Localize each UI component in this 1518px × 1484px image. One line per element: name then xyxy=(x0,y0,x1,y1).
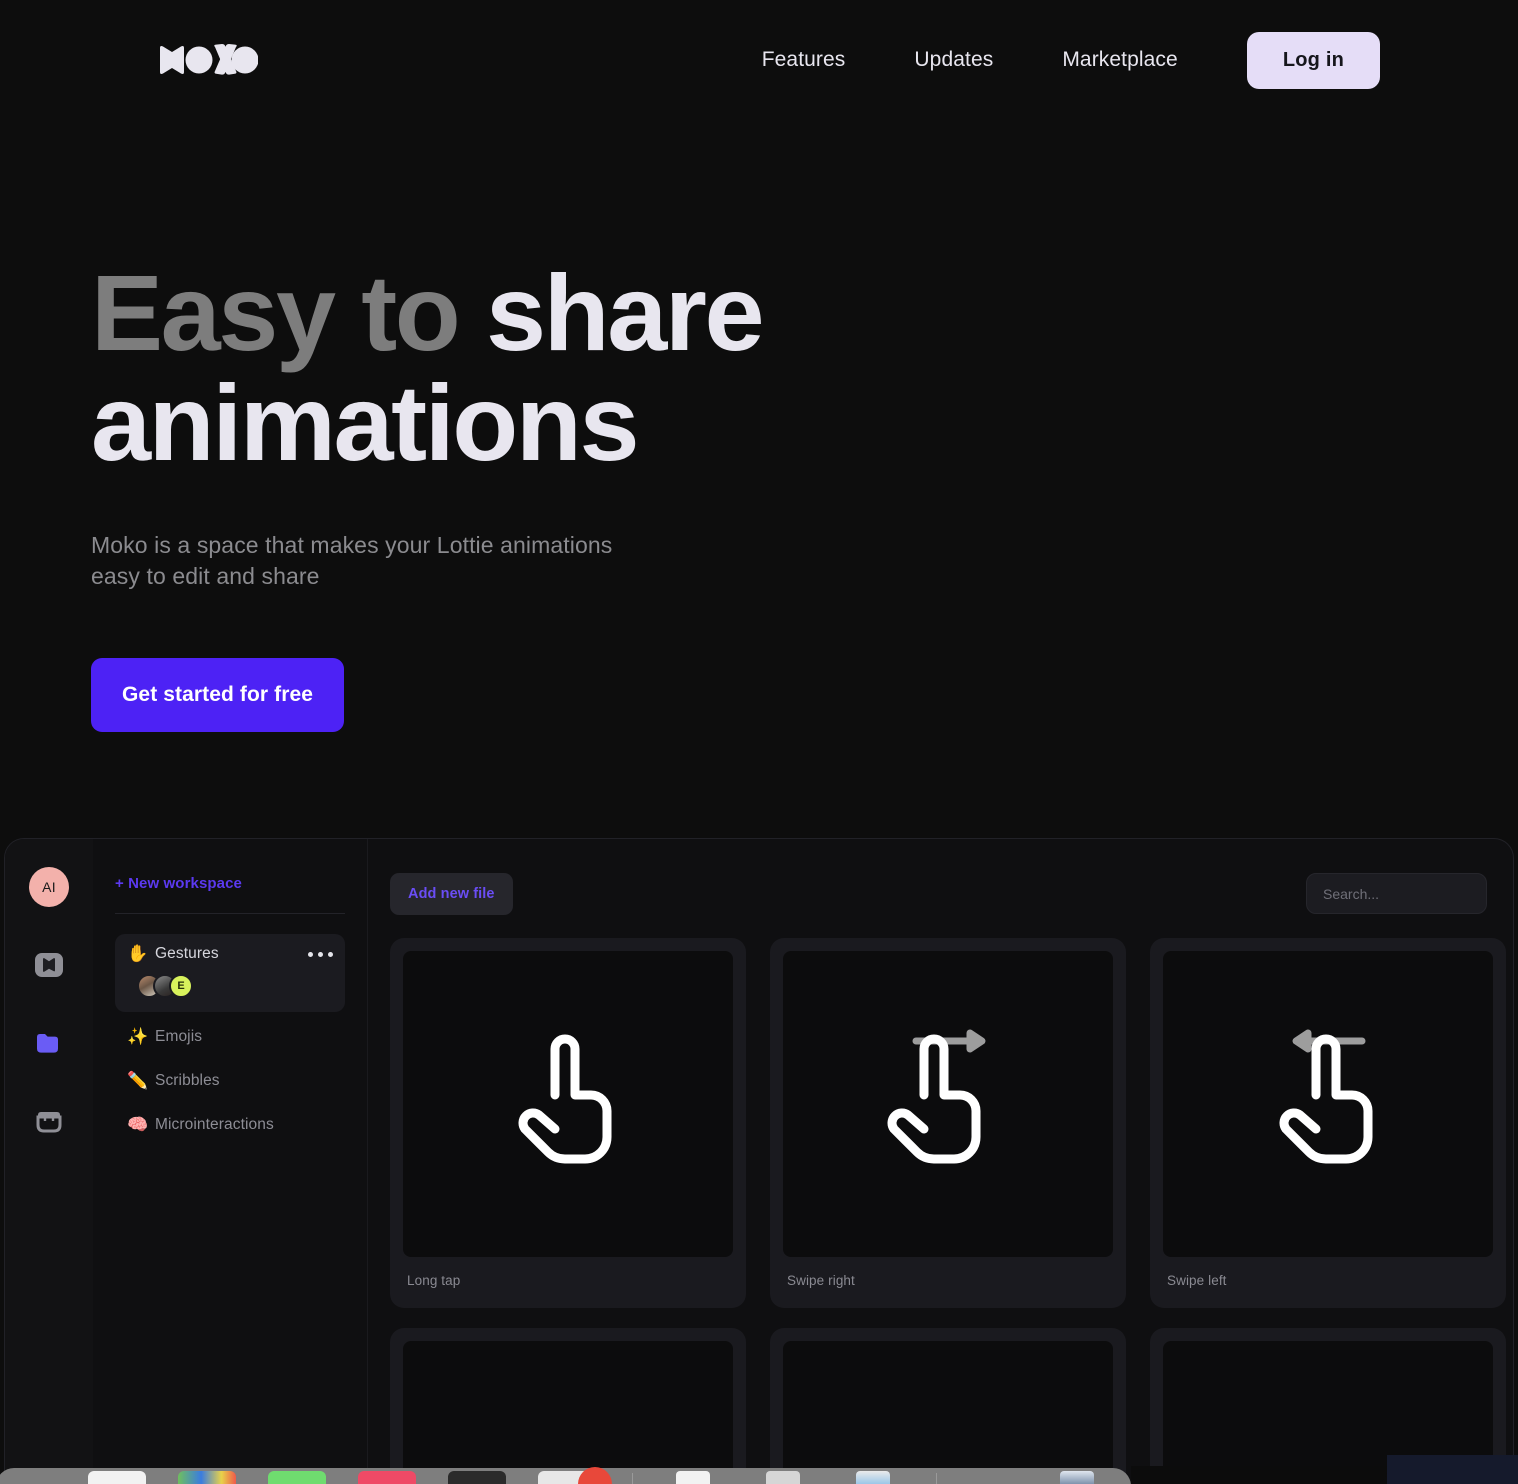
animation-preview xyxy=(1163,1341,1493,1484)
scribble-icon-1 xyxy=(478,1344,658,1484)
marketplace-icon[interactable] xyxy=(29,1101,69,1141)
hand-swipe-right-icon xyxy=(887,1029,986,1164)
hero-section: Easy to share animations Moko is a space… xyxy=(91,257,851,733)
animation-preview xyxy=(403,1341,733,1484)
workspace-label: Emojis xyxy=(155,1028,203,1045)
workspace-item-gestures[interactable]: ✋ Gestures E xyxy=(115,934,345,1012)
folder-icon[interactable] xyxy=(29,1023,69,1063)
nav-link-updates[interactable]: Updates xyxy=(914,48,993,72)
pencil-emoji-icon: ✏️ xyxy=(127,1071,149,1090)
workspace-item-scribbles[interactable]: ✏️ Scribbles xyxy=(115,1062,345,1100)
page-title: Easy to share animations xyxy=(91,257,851,478)
animation-preview xyxy=(783,1341,1113,1484)
member-avatar[interactable]: E xyxy=(169,974,193,998)
workspace-label: Gestures xyxy=(155,945,219,962)
workspace-label: Scribbles xyxy=(155,1072,220,1089)
animation-preview xyxy=(403,951,733,1257)
file-card[interactable] xyxy=(770,1328,1126,1484)
app-preview-window: AI + New workspace ✋ Gestures E ✨ Emojis… xyxy=(4,838,1514,1484)
app-content-area: Add new file Long tap xyxy=(368,839,1513,1484)
search-input[interactable] xyxy=(1306,873,1487,914)
workspace-label: Microinteractions xyxy=(155,1116,274,1133)
file-card[interactable] xyxy=(390,1328,746,1484)
add-new-file-button[interactable]: Add new file xyxy=(390,873,513,915)
file-label: Swipe right xyxy=(787,1273,855,1288)
scribble-icon-2 xyxy=(838,1344,1058,1484)
workspace-item-microinteractions[interactable]: 🧠 Microinteractions xyxy=(115,1106,345,1144)
workspace-sidebar: + New workspace ✋ Gestures E ✨ Emojis ✏️… xyxy=(93,839,368,1484)
top-navigation-bar: Features Updates Marketplace Log in xyxy=(0,0,1518,120)
workspace-item-emojis[interactable]: ✨ Emojis xyxy=(115,1018,345,1056)
file-card[interactable]: Long tap xyxy=(390,938,746,1308)
hand-swipe-left-icon xyxy=(1279,1029,1373,1164)
sparkles-emoji-icon: ✨ xyxy=(127,1027,149,1046)
animation-preview xyxy=(1163,951,1493,1257)
file-card[interactable]: Swipe left xyxy=(1150,938,1506,1308)
moko-logo[interactable] xyxy=(158,43,258,77)
workspace-members: E xyxy=(137,974,333,998)
file-card[interactable]: Swipe right xyxy=(770,938,1126,1308)
main-nav-links: Features Updates Marketplace Log in xyxy=(762,31,1380,89)
more-options-icon[interactable] xyxy=(308,951,333,957)
content-toolbar: Add new file xyxy=(390,873,1487,915)
scribble-icon-3 xyxy=(1218,1344,1438,1484)
file-label: Swipe left xyxy=(1167,1273,1227,1288)
brain-emoji-icon: 🧠 xyxy=(127,1115,149,1134)
file-grid: Long tap Swipe right Swipe left xyxy=(390,938,1506,1484)
get-started-button[interactable]: Get started for free xyxy=(91,658,345,733)
file-label: Long tap xyxy=(407,1273,461,1288)
file-card[interactable] xyxy=(1150,1328,1506,1484)
animation-preview xyxy=(783,951,1113,1257)
login-button[interactable]: Log in xyxy=(1246,31,1380,89)
new-workspace-button[interactable]: + New workspace xyxy=(115,875,345,914)
hand-emoji-icon: ✋ xyxy=(127,944,149,963)
hero-subtitle: Moko is a space that makes your Lottie a… xyxy=(91,532,613,589)
hero-heading-muted: Easy to xyxy=(91,252,486,373)
app-icon-rail: AI xyxy=(5,839,93,1484)
landing-page: Features Updates Marketplace Log in Easy… xyxy=(0,0,1518,1484)
nav-link-features[interactable]: Features xyxy=(762,48,846,72)
nav-link-marketplace[interactable]: Marketplace xyxy=(1062,48,1177,72)
avatar[interactable]: AI xyxy=(29,867,69,907)
hand-tap-icon xyxy=(518,1034,612,1164)
moko-logo-icon[interactable] xyxy=(29,945,69,985)
